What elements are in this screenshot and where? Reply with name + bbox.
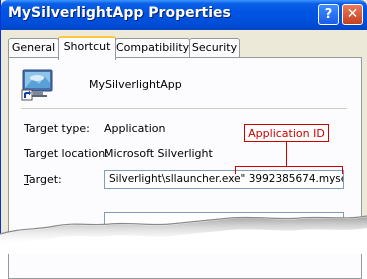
close-icon: ✕ — [346, 6, 359, 22]
tab-compatibility[interactable]: Compatibility — [115, 38, 190, 57]
tab-general[interactable]: General — [8, 38, 59, 57]
shortcut-name: MySilverlightApp — [89, 78, 182, 91]
torn-edge — [0, 215, 367, 254]
shortcut-arrow-icon — [21, 89, 33, 101]
target-label: Target: — [24, 173, 62, 186]
target-location-label: Target location: — [24, 147, 109, 160]
window-title: MySilverlightApp Properties — [8, 5, 231, 21]
target-type-label: Target type: — [24, 122, 90, 135]
tab-security[interactable]: Security — [189, 38, 240, 57]
target-location-value: Microsoft Silverlight — [104, 147, 213, 160]
tab-shortcut[interactable]: Shortcut — [58, 36, 116, 60]
callout-bracket — [235, 166, 343, 174]
title-bar[interactable]: MySilverlightApp Properties ? ✕ — [1, 0, 367, 30]
divider — [21, 108, 347, 109]
help-icon: ? — [324, 7, 333, 22]
help-button[interactable]: ? — [318, 4, 339, 25]
close-button[interactable]: ✕ — [342, 4, 363, 25]
target-label-text: arget: — [28, 173, 62, 186]
callout-connector — [286, 142, 287, 166]
application-id-callout: Application ID — [244, 124, 329, 142]
silverlight-app-icon — [21, 69, 53, 101]
target-type-value: Application — [104, 122, 166, 135]
